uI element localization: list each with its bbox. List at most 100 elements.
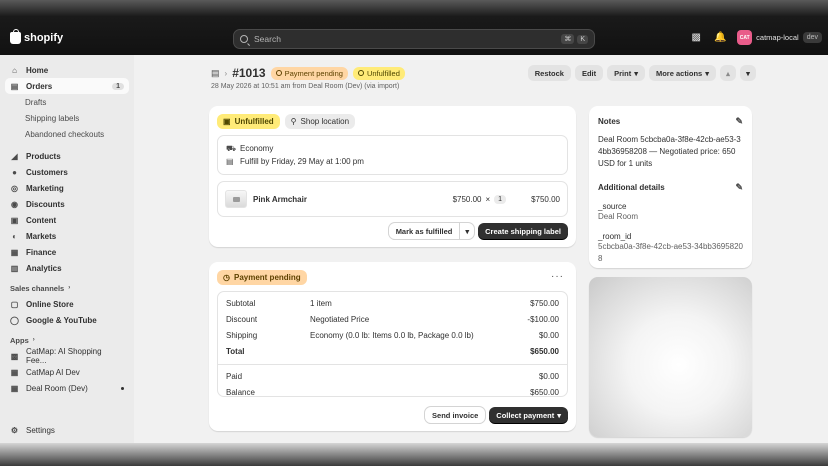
notes-text: Deal Room 5cbcba0a-3f8e-42cb-ae53-34bb36… xyxy=(598,135,741,168)
search-bar[interactable]: ⌘ K xyxy=(233,29,595,49)
sidebar-item-discounts[interactable]: ◉ Discounts xyxy=(5,196,129,212)
person-icon: ● xyxy=(12,167,17,177)
chevron-down-icon: ▾ xyxy=(465,226,470,236)
chevron-down-icon: ▾ xyxy=(557,410,561,420)
next-order-button[interactable]: ▾ xyxy=(740,65,756,81)
package-icon: ▣ xyxy=(223,117,231,126)
sidebar-item-analytics[interactable]: ▥ Analytics xyxy=(5,260,129,276)
order-icon[interactable]: ▤ xyxy=(211,68,220,79)
discount-icon: ◉ xyxy=(11,199,18,209)
more-options-icon[interactable]: ··· xyxy=(551,271,564,282)
item-price: $750.00 xyxy=(452,194,482,204)
item-quantity: 1 xyxy=(494,194,507,204)
brand-name: shopify xyxy=(24,32,64,44)
sidebar-item-orders[interactable]: ▤ Orders 1 xyxy=(5,78,129,94)
edit-details-pencil-icon[interactable]: ✎ xyxy=(735,182,743,193)
globe-icon: ◐ xyxy=(12,231,17,241)
more-actions-button[interactable]: More actions ▾ xyxy=(648,65,716,81)
chevron-up-icon: ▴ xyxy=(726,68,730,78)
content-icon: ▣ xyxy=(10,215,19,225)
sidebar-item-settings[interactable]: ⚙ Settings xyxy=(5,422,129,438)
notes-card: Notes ✎ Deal Room 5cbcba0a-3f8e-42cb-ae53… xyxy=(589,106,752,268)
chart-icon: ▥ xyxy=(10,263,19,273)
store-icon: ▢ xyxy=(10,299,19,309)
sidebar-item-markets[interactable]: ◐ Markets xyxy=(5,228,129,244)
gear-icon: ⚙ xyxy=(10,425,19,435)
bank-icon: ▦ xyxy=(10,247,19,257)
sales-channels-header[interactable]: Sales channels › xyxy=(5,280,129,296)
app-grid-icon: ▦ xyxy=(10,367,19,377)
bell-icon[interactable]: 🔔 xyxy=(713,31,727,45)
product-name-link[interactable]: Pink Armchair xyxy=(253,195,307,204)
summary-row-paid: Paid $0.00 xyxy=(226,371,559,381)
mark-as-fulfilled-button[interactable]: Mark as fulfilled xyxy=(388,223,460,239)
app-grid-icon: ▦ xyxy=(10,383,19,393)
times-sign: × xyxy=(485,194,491,204)
detail-value-source: Deal Room xyxy=(598,212,639,221)
target-icon: ◎ xyxy=(11,183,18,193)
fulfillment-card: ▣ Unfulfilled ⚲ Shop location ⛟ Economy ▤ Fu… xyxy=(209,106,576,247)
payment-pending-chip: ◷ Payment pending xyxy=(217,270,307,285)
sidebar-item-google-youtube[interactable]: ◯ Google & YouTube xyxy=(5,312,129,328)
sidebar-item-app-catmap-dev[interactable]: ▦ CatMap AI Dev xyxy=(5,364,129,380)
sidebar-item-app-deal-room[interactable]: ▦ Deal Room (Dev) xyxy=(5,380,129,396)
edit-notes-pencil-icon[interactable]: ✎ xyxy=(735,116,743,127)
fulfillment-status-badge: Unfulfilled xyxy=(352,66,405,80)
top-bar: shopify ⌘ K ▩ 🔔 CAT catmap-local dev xyxy=(0,0,828,55)
previous-order-button[interactable]: ▴ xyxy=(720,65,736,81)
collect-payment-button[interactable]: Collect payment ▾ xyxy=(489,407,568,423)
chevron-right-icon: › xyxy=(32,337,35,343)
sidebar-item-app-catmap-feed[interactable]: ▩ CatMap: AI Shopping Fee... xyxy=(5,347,129,365)
detail-value-room-id: 5cbcba0a-3f8e-42cb-ae53-34bb36958208 xyxy=(598,242,744,263)
sidebar-item-drafts[interactable]: Drafts xyxy=(5,94,129,110)
search-icon xyxy=(240,35,248,43)
item-total: $750.00 xyxy=(531,194,560,204)
unfulfilled-chip: ▣ Unfulfilled xyxy=(217,114,280,129)
print-button[interactable]: Print ▾ xyxy=(607,65,645,81)
sidekick-icon[interactable]: ▩ xyxy=(689,31,703,45)
sidebar-item-abandoned-checkouts[interactable]: Abandoned checkouts xyxy=(5,126,129,142)
sidebar-item-marketing[interactable]: ◎ Marketing xyxy=(5,180,129,196)
chevron-down-icon: ▾ xyxy=(746,68,750,78)
sidebar-item-online-store[interactable]: ▢ Online Store xyxy=(5,296,129,312)
summary-row-balance: Balance $650.00 xyxy=(226,387,559,397)
summary-row-total: Total $650.00 xyxy=(226,346,559,356)
breadcrumb-chevron-icon: › xyxy=(224,68,228,78)
sidebar: ⌂ Home ▤ Orders 1 Drafts Shipping labels Ab… xyxy=(0,55,134,443)
order-meta: 28 May 2026 at 10:51 am from Deal Room (… xyxy=(211,83,400,90)
sidebar-item-home[interactable]: ⌂ Home xyxy=(5,62,129,78)
apps-header[interactable]: Apps › xyxy=(5,332,129,348)
home-icon: ⌂ xyxy=(12,65,17,75)
edit-button[interactable]: Edit xyxy=(574,65,604,81)
app-icon: ▩ xyxy=(10,351,19,361)
store-switcher[interactable]: CAT catmap-local dev xyxy=(737,30,822,45)
main-content: ▤ › #1013 Payment pending Unfulfilled 28… xyxy=(134,55,828,443)
fulfill-options-button[interactable]: ▾ xyxy=(460,223,475,239)
shopify-logo[interactable]: shopify xyxy=(10,29,64,44)
sidebar-item-products[interactable]: ◢ Products xyxy=(5,148,129,164)
line-item: Pink Armchair $750.00 × 1 $750.00 xyxy=(217,181,568,217)
detail-key-room-id: _room_id xyxy=(598,232,632,241)
store-name: catmap-local xyxy=(756,33,799,42)
calendar-icon: ▤ xyxy=(226,157,234,166)
blurred-card xyxy=(589,277,752,437)
send-invoice-button[interactable]: Send invoice xyxy=(425,407,486,423)
bottom-edge xyxy=(0,443,828,466)
sidebar-item-finance[interactable]: ▦ Finance xyxy=(5,244,129,260)
shopify-bag-icon xyxy=(10,29,21,44)
search-input[interactable] xyxy=(254,34,559,44)
shipping-info: ⛟ Economy ▤ Fulfill by Friday, 29 May at 1… xyxy=(217,135,568,175)
sidebar-item-customers[interactable]: ● Customers xyxy=(5,164,129,180)
product-thumbnail[interactable] xyxy=(225,190,247,208)
notes-title: Notes xyxy=(598,117,621,126)
shortcut-k-key: K xyxy=(577,34,588,44)
location-chip[interactable]: ⚲ Shop location xyxy=(284,114,356,129)
shortcut-cmd-key: ⌘ xyxy=(561,34,575,44)
page-header: ▤ › #1013 Payment pending Unfulfilled 28… xyxy=(211,65,756,96)
inbox-icon: ▤ xyxy=(10,81,19,91)
create-shipping-label-button[interactable]: Create shipping label xyxy=(478,223,568,239)
chevron-down-icon: ▾ xyxy=(705,68,709,78)
restock-button[interactable]: Restock xyxy=(527,65,571,81)
sidebar-item-shipping-labels[interactable]: Shipping labels xyxy=(5,110,129,126)
sidebar-item-content[interactable]: ▣ Content xyxy=(5,212,129,228)
